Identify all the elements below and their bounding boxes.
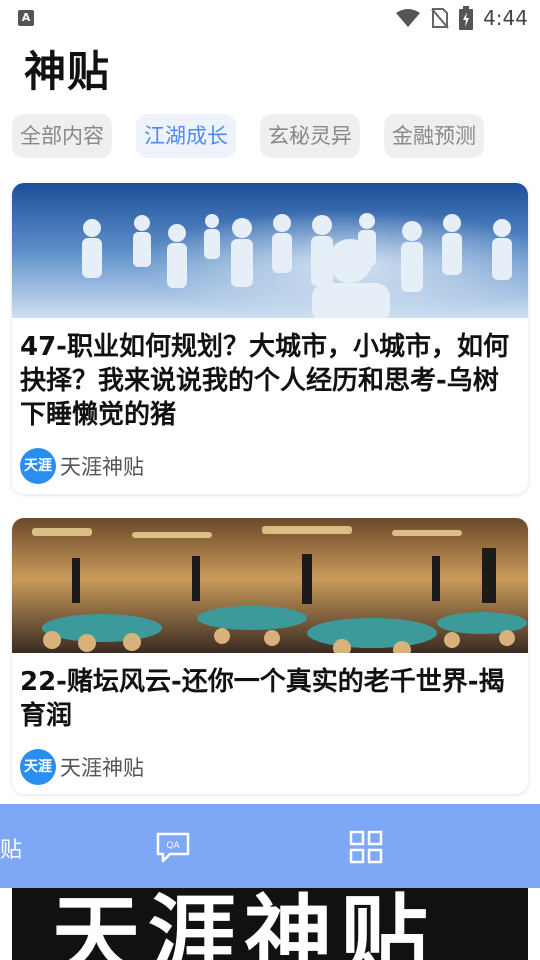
source-logo: 天涯 (20, 448, 56, 484)
post-title[interactable]: 22-赌坛风云-还你一个真实的老千世界-揭育润 (20, 665, 520, 733)
svg-text:QA: QA (166, 841, 180, 851)
wifi-icon (396, 9, 421, 27)
bottom-nav: 贴 QA (0, 804, 540, 888)
clock: 4:44 (483, 6, 528, 30)
banner-text: 天涯神贴 (52, 888, 437, 960)
nav-item-posts[interactable]: 贴 (0, 832, 22, 864)
tab-all-content[interactable]: 全部内容 (12, 114, 112, 158)
post-source: 天涯 天涯神贴 (20, 749, 528, 785)
brand-banner: 天涯神贴 (12, 888, 528, 960)
no-sim-icon (431, 8, 449, 29)
app-notification-icon: A (18, 10, 34, 26)
qa-chat-icon[interactable]: QA (154, 828, 192, 866)
tab-jianghu-growth[interactable]: 江湖成长 (136, 114, 236, 158)
tab-finance-forecast[interactable]: 金融预测 (384, 114, 484, 158)
source-logo: 天涯 (20, 749, 56, 785)
category-tabs: 全部内容 江湖成长 玄秘灵异 金融预测 (12, 114, 484, 158)
source-name: 天涯神贴 (60, 756, 144, 780)
page-title: 神贴 (24, 47, 111, 96)
post-thumbnail (12, 183, 528, 318)
post-card[interactable]: 47-职业如何规划？大城市，小城市，如何抉择？我来说说我的个人经历和思考-乌树下… (12, 183, 528, 494)
status-icons: 4:44 (395, 6, 528, 30)
post-title[interactable]: 47-职业如何规划？大城市，小城市，如何抉择？我来说说我的个人经历和思考-乌树下… (20, 330, 520, 432)
source-name: 天涯神贴 (60, 455, 144, 479)
post-source: 天涯 天涯神贴 (20, 448, 528, 484)
status-bar: A 4:44 (0, 0, 540, 36)
tab-mystery[interactable]: 玄秘灵异 (260, 114, 360, 158)
post-thumbnail (12, 518, 528, 653)
battery-icon (459, 6, 474, 30)
grid-icon[interactable] (347, 828, 385, 866)
post-card[interactable]: 22-赌坛风云-还你一个真实的老千世界-揭育润 天涯 天涯神贴 (12, 518, 528, 794)
